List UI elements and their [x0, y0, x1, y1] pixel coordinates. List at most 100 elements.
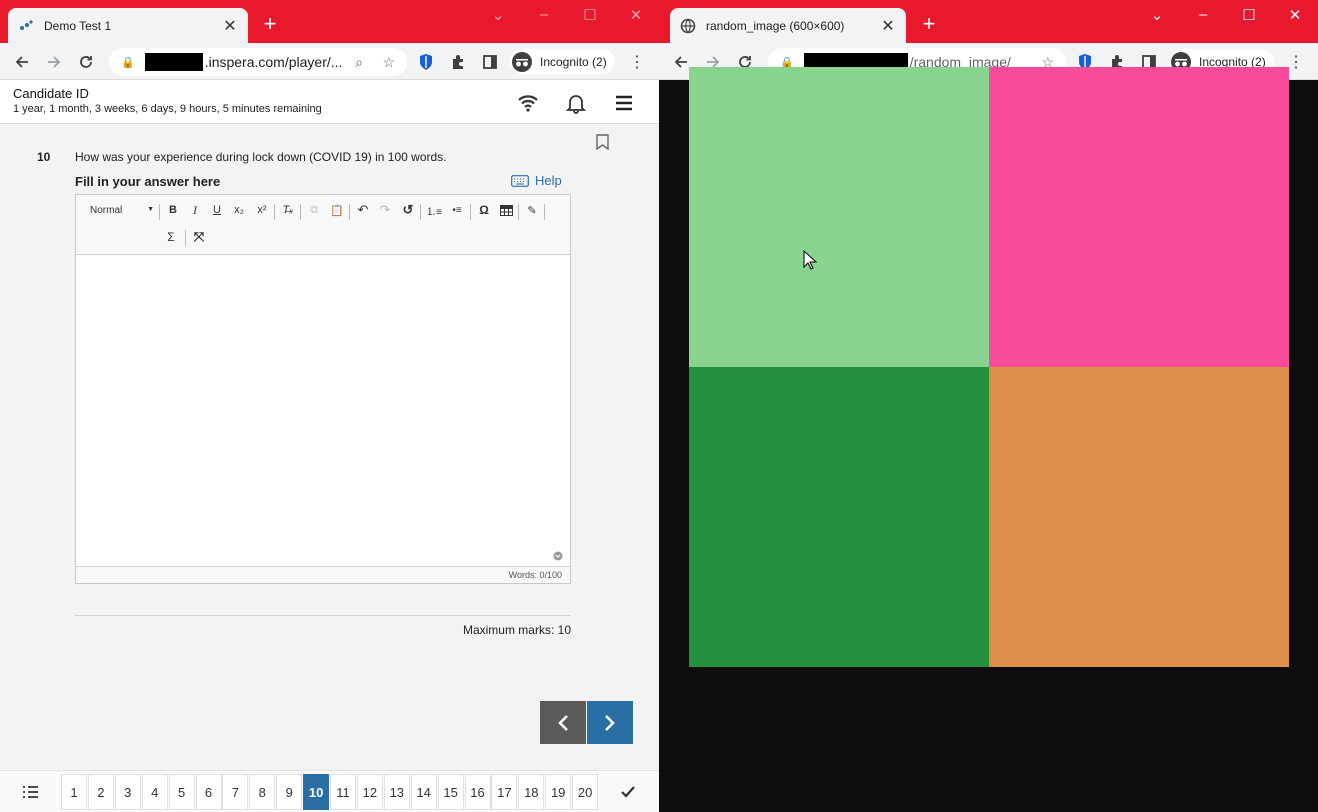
page-number-20[interactable]: 20 [572, 774, 599, 810]
hamburger-menu-icon[interactable] [613, 92, 635, 114]
maximum-marks: Maximum marks: 10 [462, 623, 571, 637]
incognito-label: Incognito (2) [540, 54, 607, 69]
next-question-button[interactable] [587, 701, 633, 744]
page-number-8[interactable]: 8 [249, 774, 276, 810]
bold-icon[interactable]: B [164, 201, 182, 219]
page-number-10[interactable]: 10 [303, 774, 330, 810]
extensions-icon[interactable] [447, 51, 469, 73]
answer-textarea[interactable] [76, 255, 570, 566]
page-number-12[interactable]: 12 [356, 774, 383, 810]
tab-demo-test[interactable]: Demo Test 1 ✕ [8, 8, 248, 43]
spellcheck-icon[interactable] [553, 551, 563, 561]
numbered-list-icon[interactable]: ⒈≡ [425, 201, 443, 219]
page-number-14[interactable]: 14 [410, 774, 437, 810]
question-list-icon[interactable] [22, 785, 39, 799]
page-number-2[interactable]: 2 [87, 774, 114, 810]
tab-search-icon[interactable]: ⌄ [1145, 6, 1169, 24]
italic-icon[interactable]: I [186, 201, 204, 219]
image-quadrant-top-right [989, 67, 1289, 367]
underline-icon[interactable]: U [208, 201, 226, 219]
incognito-badge[interactable]: Incognito (2) [510, 49, 615, 74]
divider [185, 230, 186, 246]
special-character-icon[interactable]: Ω [475, 201, 493, 219]
keyboard-icon [511, 174, 529, 187]
minimize-icon[interactable]: – [1191, 6, 1215, 23]
page-number-16[interactable]: 16 [464, 774, 491, 810]
bookmark-icon[interactable] [596, 134, 609, 150]
help-link[interactable]: Help [511, 173, 562, 188]
chevron-right-icon [605, 714, 615, 731]
close-tab-icon[interactable]: ✕ [222, 16, 238, 36]
page-number-13[interactable]: 13 [383, 774, 410, 810]
page-number-6[interactable]: 6 [195, 774, 222, 810]
close-window-icon[interactable]: ✕ [624, 6, 648, 24]
chevron-left-icon [558, 714, 568, 731]
minimize-icon[interactable]: – [532, 6, 556, 23]
superscript-icon[interactable]: x² [253, 201, 271, 219]
bell-icon[interactable] [565, 92, 587, 114]
question-text: How was your experience during lock down… [75, 150, 447, 164]
bullet-list-icon[interactable]: •≡ [448, 201, 466, 219]
copy-icon[interactable]: ⧉ [305, 201, 323, 219]
page-number-9[interactable]: 9 [276, 774, 303, 810]
fullscreen-icon[interactable]: ⤧ [190, 228, 208, 246]
forward-icon[interactable] [43, 51, 65, 73]
page-number-3[interactable]: 3 [114, 774, 141, 810]
menu-kebab-icon[interactable]: ⋮ [626, 51, 648, 73]
back-icon[interactable] [11, 51, 33, 73]
tab-random-image[interactable]: random_image (600×600) ✕ [670, 8, 906, 43]
reload-icon[interactable] [75, 51, 97, 73]
page-number-11[interactable]: 11 [330, 774, 356, 810]
new-tab-icon[interactable]: + [919, 13, 939, 35]
divider [300, 204, 301, 220]
page-number-7[interactable]: 7 [222, 774, 249, 810]
page-number-4[interactable]: 4 [141, 774, 168, 810]
close-window-icon[interactable]: ✕ [1283, 6, 1307, 24]
checkmark-icon[interactable] [621, 786, 635, 798]
image-browser-window: random_image (600×600) ✕ + ⌄ – ☐ ✕ 🔒 /ra… [659, 0, 1318, 812]
redo-icon[interactable]: ↷ [376, 201, 394, 219]
remove-format-icon[interactable]: T̶ₓ [279, 201, 297, 219]
table-icon[interactable] [497, 201, 515, 219]
page-number-5[interactable]: 5 [168, 774, 195, 810]
previous-question-button[interactable] [540, 701, 586, 744]
wifi-icon[interactable] [517, 92, 539, 114]
reset-icon[interactable]: ↺ [399, 201, 417, 219]
maximize-icon[interactable]: ☐ [578, 6, 602, 24]
tab-search-icon[interactable]: ⌄ [486, 6, 510, 24]
image-quadrant-bottom-left [689, 367, 989, 667]
address-bar[interactable]: 🔒 .inspera.com/player/... ⌕ ☆ [109, 48, 407, 76]
page-number-15[interactable]: 15 [437, 774, 464, 810]
time-remaining: 1 year, 1 month, 3 weeks, 6 days, 9 hour… [13, 103, 322, 115]
page-number-19[interactable]: 19 [545, 774, 572, 810]
pen-icon[interactable]: ✎ [523, 201, 541, 219]
image-quadrant-top-left [689, 67, 989, 367]
divider [159, 204, 160, 220]
paste-icon[interactable]: 📋 [328, 201, 346, 219]
format-dropdown[interactable]: Normal ▼ [90, 205, 154, 216]
tab-strip: Demo Test 1 ✕ + ⌄ – ☐ ✕ [0, 0, 659, 43]
subscript-icon[interactable]: x₂ [230, 201, 248, 219]
close-tab-icon[interactable]: ✕ [880, 16, 896, 36]
undo-icon[interactable]: ↶ [354, 201, 372, 219]
tab-title: random_image (600×600) [706, 18, 845, 33]
inspera-icon [20, 19, 33, 30]
page-number-18[interactable]: 18 [518, 774, 545, 810]
word-count: Words: 0/100 [76, 566, 570, 583]
divider [349, 204, 350, 220]
fill-in-label: Fill in your answer here [75, 174, 221, 189]
divider [274, 204, 275, 220]
sigma-icon[interactable]: Σ [162, 228, 180, 246]
mouse-cursor-icon [803, 250, 817, 270]
page-number-1[interactable]: 1 [61, 774, 87, 810]
star-icon[interactable]: ☆ [382, 54, 395, 71]
maximize-icon[interactable]: ☐ [1237, 6, 1261, 24]
new-tab-icon[interactable]: + [260, 13, 280, 35]
zoom-icon[interactable]: ⌕ [355, 54, 363, 71]
incognito-icon [512, 51, 532, 72]
page-number-17[interactable]: 17 [491, 774, 518, 810]
globe-icon [680, 18, 696, 33]
question-number: 10 [37, 150, 51, 164]
shield-icon[interactable] [415, 51, 437, 73]
side-panel-icon[interactable] [479, 51, 501, 73]
